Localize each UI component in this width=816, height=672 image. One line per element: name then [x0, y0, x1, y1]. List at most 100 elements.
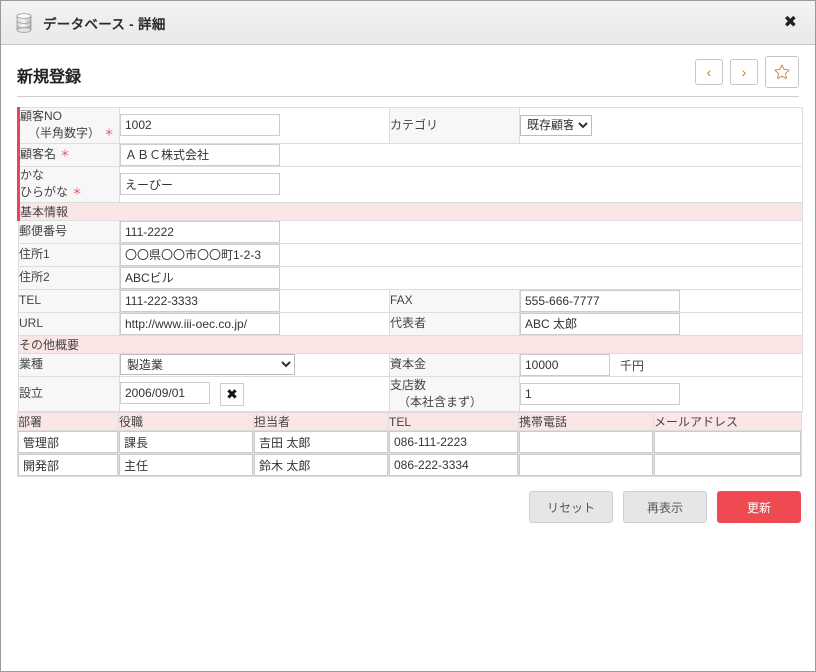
label-representative: 代表者 — [389, 311, 520, 336]
department-input[interactable] — [18, 454, 118, 477]
cell-mobile — [518, 430, 654, 455]
contact-tel-input[interactable] — [389, 454, 518, 477]
cell-tel — [388, 453, 519, 478]
cell-email — [653, 453, 802, 478]
page-body: 新規登録 ‹ › 顧客NO （半角数字） ＊ 1002 カテゴリ 既存顧客 顧客… — [1, 45, 815, 671]
email-input[interactable] — [654, 454, 801, 477]
form-row-industry-capital: 業種 製造業 資本金 千円 — [18, 352, 803, 377]
label-customer-no-text: 顧客NO — [20, 109, 63, 123]
database-icon — [15, 12, 33, 33]
label-address2: 住所2 — [18, 265, 120, 290]
postal-code-input[interactable] — [120, 220, 280, 243]
mobile-input[interactable] — [519, 454, 653, 477]
column-header-position: 役職 — [118, 412, 254, 432]
mobile-input[interactable] — [519, 431, 653, 454]
clear-date-button[interactable]: ✖ — [220, 382, 244, 406]
label-customer-no: 顧客NO （半角数字）＊ — [17, 107, 120, 144]
form-row-founded-branches: 設立 ✖ 支店数 （本社含まず） — [18, 375, 803, 413]
required-marker: ＊ — [104, 128, 115, 140]
label-url: URL — [18, 311, 120, 336]
cell-person — [253, 430, 389, 455]
page-title: 新規登録 — [17, 69, 82, 86]
representative-input[interactable] — [520, 312, 680, 335]
column-header-email: メールアドレス — [653, 412, 802, 432]
prev-record-button[interactable]: ‹ — [695, 59, 723, 85]
window-title: データベース - 詳細 — [43, 16, 166, 32]
table-row — [17, 453, 802, 478]
kana-input[interactable] — [120, 173, 280, 196]
form-actions: リセット 再表示 更新 — [17, 491, 801, 524]
address1-input[interactable] — [120, 243, 280, 266]
label-postal-code: 郵便番号 — [18, 219, 120, 244]
tel-input[interactable] — [120, 289, 280, 312]
field-branches — [519, 375, 803, 413]
column-header-person: 担当者 — [253, 412, 389, 432]
position-input[interactable] — [119, 454, 253, 477]
field-postal-code — [119, 219, 803, 244]
email-input[interactable] — [654, 431, 801, 454]
field-url — [119, 311, 390, 336]
favorite-button[interactable] — [765, 56, 799, 88]
label-capital: 資本金 — [389, 352, 520, 377]
next-record-button[interactable]: › — [730, 59, 758, 85]
label-branches-text: 支店数 — [390, 377, 427, 392]
form-row-customer-name: 顧客名＊ — [17, 142, 803, 167]
label-customer-name: 顧客名＊ — [17, 142, 120, 167]
address2-input[interactable] — [120, 266, 280, 289]
label-branches-sub: （本社含まず） — [398, 394, 483, 409]
form-row-url-rep: URL 代表者 — [18, 311, 803, 336]
label-customer-no-sub: （半角数字）＊ — [28, 126, 115, 141]
label-fax: FAX — [389, 288, 520, 313]
form-row-customer-no: 顧客NO （半角数字）＊ カテゴリ 既存顧客 — [17, 107, 803, 144]
cell-email — [653, 430, 802, 455]
founded-date-input[interactable] — [120, 382, 210, 405]
label-industry: 業種 — [18, 352, 120, 377]
category-select[interactable]: 既存顧客 — [520, 114, 592, 136]
field-address1 — [119, 242, 803, 267]
label-category: カテゴリ — [389, 107, 520, 144]
column-header-department: 部署 — [17, 412, 119, 432]
label-address1: 住所1 — [18, 242, 120, 267]
branches-input[interactable] — [520, 382, 680, 405]
customer-name-input[interactable] — [120, 143, 280, 166]
field-representative — [519, 311, 803, 336]
form-row-kana: かな ひらがな＊ — [17, 165, 803, 203]
customer-no-input[interactable] — [120, 114, 280, 137]
close-icon[interactable]: ✖ — [780, 13, 801, 33]
label-kana-text: かな — [20, 167, 45, 182]
cell-position — [118, 453, 254, 478]
field-industry: 製造業 — [119, 352, 390, 377]
customer-form-table: 顧客NO （半角数字）＊ カテゴリ 既存顧客 顧客名＊ — [17, 107, 803, 413]
column-header-tel: TEL — [388, 412, 519, 432]
department-input[interactable] — [18, 431, 118, 454]
reset-button[interactable]: リセット — [529, 491, 613, 524]
position-input[interactable] — [119, 431, 253, 454]
section-row-basic: 基本情報 — [17, 201, 803, 221]
window-titlebar: データベース - 詳細 ✖ — [1, 1, 815, 45]
fax-input[interactable] — [520, 289, 680, 312]
reload-button[interactable]: 再表示 — [623, 491, 707, 524]
field-founded: ✖ — [119, 375, 390, 413]
cell-tel — [388, 430, 519, 455]
table-row — [17, 430, 802, 455]
person-input[interactable] — [254, 454, 388, 477]
cell-person — [253, 453, 389, 478]
update-button[interactable]: 更新 — [717, 491, 801, 524]
contacts-table: 部署 役職 担当者 TEL 携帯電話 メールアドレス — [17, 412, 802, 478]
cell-mobile — [518, 453, 654, 478]
contact-tel-input[interactable] — [389, 431, 518, 454]
cell-department — [17, 453, 119, 478]
capital-unit-label: 千円 — [620, 358, 645, 373]
column-header-mobile: 携帯電話 — [518, 412, 654, 432]
required-marker: ＊ — [72, 187, 83, 199]
url-input[interactable] — [120, 312, 280, 335]
label-founded: 設立 — [18, 375, 120, 413]
page-header: 新規登録 ‹ › — [17, 45, 799, 97]
capital-input[interactable] — [520, 353, 610, 376]
cell-department — [17, 430, 119, 455]
industry-select[interactable]: 製造業 — [120, 354, 295, 376]
person-input[interactable] — [254, 431, 388, 454]
section-row-other: その他概要 — [18, 334, 803, 354]
database-detail-window: データベース - 詳細 ✖ 新規登録 ‹ › 顧客NO （半角数字） ＊ 100… — [0, 0, 816, 672]
field-category: 既存顧客 — [519, 107, 803, 144]
